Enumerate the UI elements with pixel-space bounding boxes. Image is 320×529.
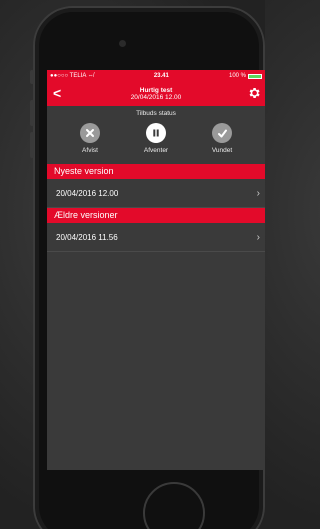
app-screen: ●●○○○ TELIA ⇎ 23.41 100 % < Hurtig test …: [47, 70, 265, 470]
camera-dot: [119, 40, 126, 47]
clock: 23.41: [153, 73, 169, 79]
nav-title: Hurtig test: [139, 86, 173, 94]
chevron-right-icon: ›: [256, 231, 260, 243]
status-won-label: Vundet: [211, 147, 233, 154]
battery-icon: [248, 73, 262, 79]
x-icon: [80, 123, 100, 143]
list-item[interactable]: 20/04/2016 12.00 ›: [47, 179, 265, 208]
status-rejected-option[interactable]: Afvist: [65, 123, 115, 154]
volume-down-button[interactable]: [30, 132, 34, 158]
nav-bar: < Hurtig test 20/04/2016 12.00: [47, 82, 265, 106]
carrier-label: ●●○○○ TELIA ⇎: [50, 73, 94, 79]
list-item[interactable]: 20/04/2016 11.56 ›: [47, 223, 265, 252]
check-icon: [212, 123, 232, 143]
version-date: 20/04/2016 11.56: [56, 232, 118, 242]
battery-label: 100 %: [228, 73, 246, 79]
nav-subtitle: 20/04/2016 12.00: [130, 94, 182, 101]
version-date: 20/04/2016 12.00: [56, 188, 119, 198]
status-pending-label: Afventer: [143, 147, 169, 154]
mute-switch[interactable]: [30, 70, 34, 84]
older-versions-header: Ældre versioner: [47, 208, 265, 223]
status-right: 100 %: [229, 73, 262, 79]
newest-version-header: Nyeste version: [47, 164, 265, 179]
chevron-right-icon: ›: [256, 187, 260, 199]
status-bar: ●●○○○ TELIA ⇎ 23.41 100 %: [47, 70, 265, 82]
status-pending-option[interactable]: Afventer: [131, 123, 181, 154]
back-icon[interactable]: <: [53, 86, 61, 100]
gear-icon[interactable]: [247, 86, 261, 100]
status-rejected-label: Afvist: [82, 147, 98, 154]
pause-icon: [146, 123, 166, 143]
offer-status-panel: Tilbuds status Afvist Afventer Vundet: [47, 106, 265, 164]
status-heading: Tilbuds status: [136, 110, 176, 117]
status-won-option[interactable]: Vundet: [197, 123, 247, 154]
home-button[interactable]: [143, 482, 205, 529]
volume-up-button[interactable]: [30, 100, 34, 126]
